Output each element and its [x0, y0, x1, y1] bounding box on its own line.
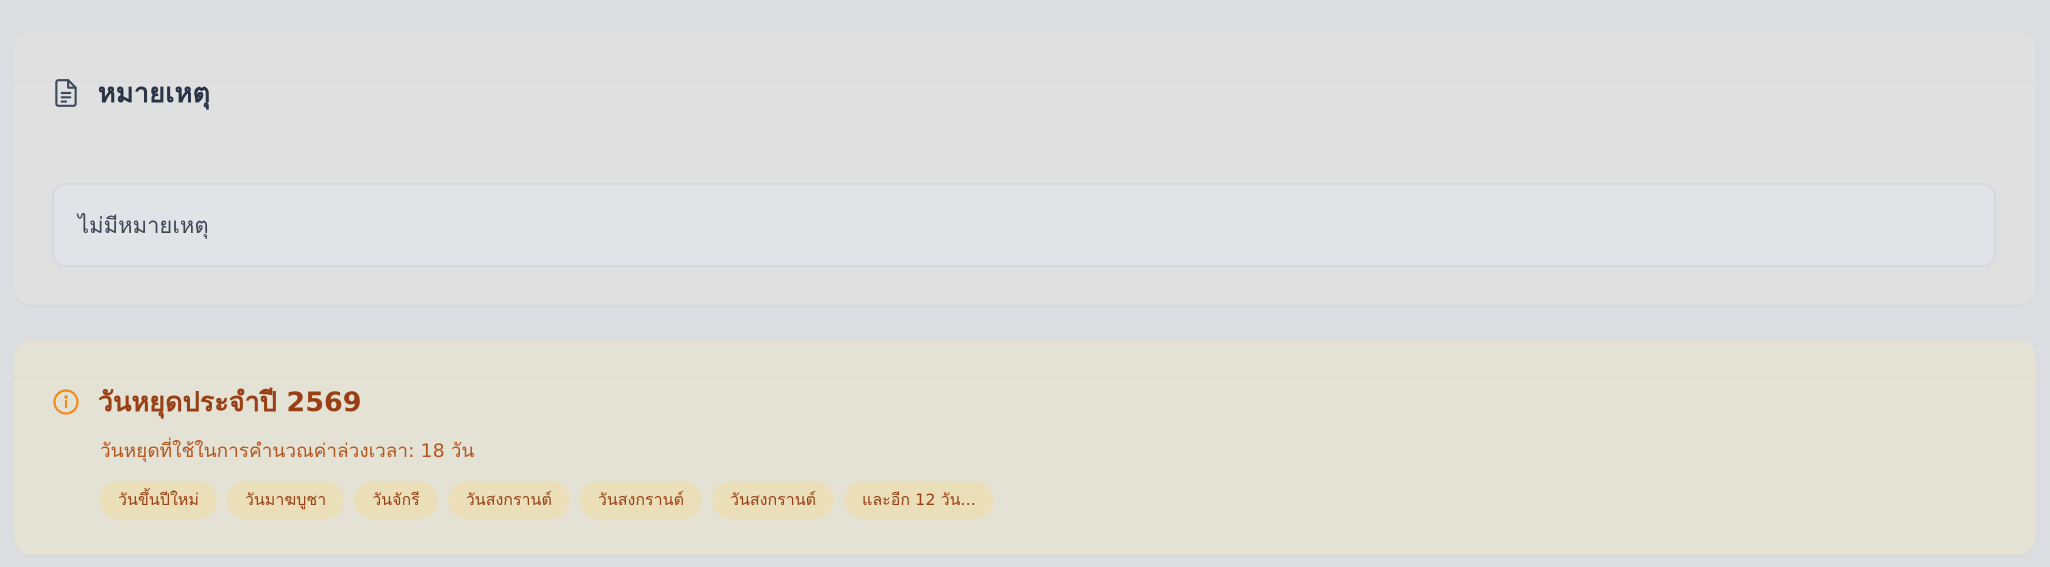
holiday-header-divider: [14, 376, 2036, 377]
notes-content-box: ไม่มีหมายเหตุ: [52, 183, 1996, 267]
holiday-card: วันหยุดประจำปี 2569 วันหยุดที่ใช้ในการคำ…: [14, 340, 2036, 555]
info-icon: [52, 387, 80, 417]
holiday-chip: วันมาฆบูชา: [226, 481, 345, 519]
holiday-chip: วันขึ้นปีใหม่: [100, 481, 217, 519]
holiday-chip-list: วันขึ้นปีใหม่ วันมาฆบูชา วันจักรี วันสงก…: [100, 481, 994, 519]
holiday-title: วันหยุดประจำปี 2569: [98, 387, 362, 418]
holiday-chip: วันสงกรานต์: [447, 481, 570, 519]
notes-content: ไม่มีหมายเหตุ: [78, 213, 209, 239]
notes-title: หมายเหตุ: [98, 78, 211, 109]
notes-header: หมายเหตุ: [52, 71, 211, 114]
holiday-chip: วันสงกรานต์: [711, 481, 835, 519]
more-holidays-chip[interactable]: และอีก 12 วัน...: [844, 481, 994, 519]
document-icon: [52, 78, 80, 108]
holiday-chip: วันสงกรานต์: [579, 481, 702, 519]
holiday-header: วันหยุดประจำปี 2569: [52, 380, 362, 423]
holiday-summary: วันหยุดที่ใช้ในการคำนวณค่าล่วงเวลา: 18 ว…: [100, 440, 475, 462]
holiday-chip: วันจักรี: [354, 481, 438, 519]
notes-header-divider: [14, 81, 2036, 82]
notes-card: หมายเหตุ ไม่มีหมายเหตุ: [14, 31, 2036, 305]
